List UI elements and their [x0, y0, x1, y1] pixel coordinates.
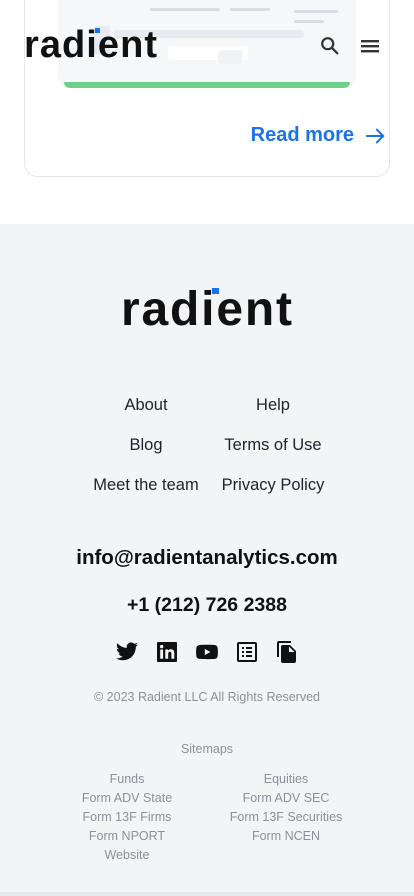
svg-text:radient: radient	[121, 288, 292, 330]
footer-radient-logo[interactable]: radient	[121, 288, 293, 330]
contact-email[interactable]: info@radientanalytics.com	[0, 546, 414, 570]
copyright-text: © 2023 Radient LLC All Rights Reserved	[93, 690, 320, 704]
sitemap-column-left: Funds Form ADV State Form 13F Firms Form…	[42, 770, 212, 865]
sitemap-link-funds[interactable]: Funds	[42, 770, 212, 789]
footer-link-privacy[interactable]: Privacy Policy	[222, 476, 325, 495]
contact-phone[interactable]: +1 (212) 726 2388	[0, 594, 414, 617]
list-icon[interactable]	[235, 640, 259, 664]
site-header: radient	[0, 14, 414, 74]
radient-logo[interactable]: radient	[24, 28, 158, 62]
sitemap-column-right: Equities Form ADV SEC Form 13F Securitie…	[201, 770, 371, 846]
footer-link-terms[interactable]: Terms of Use	[224, 436, 321, 455]
sitemap-link-form-nport[interactable]: Form NPORT	[42, 827, 212, 846]
footer-link-help[interactable]: Help	[256, 396, 290, 415]
sitemap-link-website[interactable]: Website	[42, 846, 212, 865]
social-links	[0, 640, 414, 668]
sitemap-link-equities[interactable]: Equities	[201, 770, 371, 789]
search-icon	[321, 37, 339, 55]
youtube-icon[interactable]	[195, 640, 219, 664]
search-button[interactable]	[316, 32, 344, 60]
bottom-divider	[0, 892, 414, 896]
footer-link-about[interactable]: About	[124, 396, 167, 415]
svg-text:radient: radient	[24, 28, 157, 62]
menu-button[interactable]	[356, 32, 384, 60]
menu-icon	[361, 40, 379, 53]
sitemap-link-form-ncen[interactable]: Form NCEN	[201, 827, 371, 846]
sitemap-link-form-adv-state[interactable]: Form ADV State	[42, 789, 212, 808]
footer-link-team[interactable]: Meet the team	[93, 476, 198, 495]
site-footer: radient About Help Blog Terms of Use Mee…	[0, 224, 414, 896]
sitemap-link-form-adv-sec[interactable]: Form ADV SEC	[201, 789, 371, 808]
twitter-icon[interactable]	[115, 640, 139, 664]
documents-icon[interactable]	[275, 640, 299, 664]
read-more-link[interactable]: Read more	[251, 124, 386, 147]
sitemaps-heading: Sitemaps	[180, 742, 234, 756]
arrow-right-icon	[365, 128, 385, 143]
sitemap-link-form-13f-securities[interactable]: Form 13F Securities	[201, 808, 371, 827]
linkedin-icon[interactable]	[155, 640, 179, 664]
footer-link-blog[interactable]: Blog	[129, 436, 162, 455]
sitemap-link-form-13f-firms[interactable]: Form 13F Firms	[42, 808, 212, 827]
read-more-label: Read more	[250, 124, 354, 146]
